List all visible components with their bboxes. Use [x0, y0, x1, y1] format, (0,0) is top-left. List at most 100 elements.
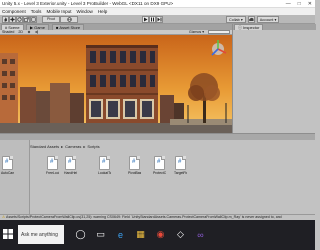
asset-label: PivotBased...	[128, 171, 141, 175]
window-controls: — □ ✕	[286, 0, 312, 8]
sidewalk	[170, 119, 232, 125]
menu-window[interactable]: Window	[77, 9, 93, 14]
csharp-script-icon	[154, 156, 165, 170]
project-panel: Standard Assets ▸ Cameras ▸ Scripts Auto…	[0, 133, 315, 215]
file-explorer-icon[interactable]: ▦	[132, 226, 149, 243]
globe-icon	[66, 17, 72, 22]
asset-item[interactable]: TargetFieldO...	[174, 156, 187, 180]
2d-toggle[interactable]: 2D	[18, 30, 23, 34]
csharp-script-icon	[65, 156, 76, 170]
csharp-script-icon	[175, 156, 186, 170]
step-button[interactable]	[156, 16, 163, 23]
pause-icon	[151, 17, 154, 22]
inspector-panel: ⓘ Inspector	[232, 24, 316, 133]
global-toggle[interactable]	[60, 16, 78, 23]
csharp-script-icon	[99, 156, 110, 170]
asset-item[interactable]: FreeLookC...	[46, 156, 59, 180]
hand-tool-button[interactable]	[2, 16, 9, 23]
rect-tool-button[interactable]	[30, 16, 37, 23]
asset-item[interactable]: AutoCam	[1, 156, 14, 180]
scene-search-input[interactable]	[208, 30, 230, 34]
windows-taskbar: Ask me anything ◯ ▭ e ▦ ◉ ◇ ∞	[0, 220, 315, 250]
collab-dropdown[interactable]: Collab ▾	[226, 16, 246, 23]
rotate-icon	[17, 17, 22, 22]
asset-label: AutoCam	[1, 171, 14, 175]
tab-inspector-label: Inspector	[243, 25, 260, 30]
project-tab-bar	[0, 134, 315, 140]
pivot-toggle[interactable]: Pivot	[42, 16, 60, 23]
search-placeholder: Ask me anything	[21, 231, 58, 238]
scale-tool-button[interactable]	[23, 16, 30, 23]
window-titlebar: Unity 5.x - Level 3 Exterior.unity - Lev…	[0, 0, 315, 8]
scene-render	[0, 35, 232, 133]
windows-start-icon[interactable]	[3, 229, 13, 239]
csharp-script-icon	[2, 156, 13, 170]
toolbar-right: Collab ▾ Account ▾	[226, 16, 280, 23]
cloud-button[interactable]	[247, 16, 255, 23]
status-message: Assets/Scripts/ProtectCameraFromWallClip…	[6, 215, 282, 219]
inspector-tab-bar: ⓘ Inspector	[233, 24, 316, 30]
pause-button[interactable]	[149, 16, 156, 23]
play-icon	[144, 17, 148, 22]
rotate-tool-button[interactable]	[16, 16, 23, 23]
breadcrumb-separator: ▸	[61, 144, 64, 149]
menu-component[interactable]: Component	[2, 9, 26, 14]
csharp-script-icon	[129, 156, 140, 170]
light-icon	[27, 30, 31, 33]
tab-inspector[interactable]: ⓘ Inspector	[234, 24, 264, 30]
breadcrumb-standard-assets[interactable]: Standard Assets	[30, 144, 59, 149]
speaker-icon	[35, 29, 38, 34]
asset-label: TargetFieldO...	[174, 171, 187, 175]
visual-studio-icon[interactable]: ∞	[192, 226, 209, 243]
asset-item[interactable]: HandHeldC...	[64, 156, 77, 180]
window-title: Unity 5.x - Level 3 Exterior.unity - Lev…	[2, 1, 174, 6]
asset-label: FreeLookC...	[46, 171, 59, 175]
edge-browser-icon[interactable]: e	[112, 226, 129, 243]
scale-icon	[24, 17, 29, 22]
breadcrumb-cameras[interactable]: Cameras	[65, 144, 81, 149]
asset-item[interactable]: PivotBased...	[128, 156, 141, 180]
rect-tool-icon	[31, 17, 36, 22]
move-icon	[10, 17, 15, 22]
task-view-icon[interactable]: ▭	[92, 226, 109, 243]
breadcrumb: Standard Assets ▸ Cameras ▸ Scripts	[30, 144, 100, 149]
transform-tools	[2, 16, 37, 23]
scene-viewport[interactable]	[0, 35, 232, 133]
account-dropdown[interactable]: Account ▾	[256, 16, 280, 23]
asset-item[interactable]: ProtectCam...	[153, 156, 166, 180]
unity-icon[interactable]: ◇	[172, 226, 189, 243]
csharp-script-icon	[47, 156, 58, 170]
gizmos-dropdown[interactable]: Gizmos ▾	[189, 30, 204, 34]
maximize-button[interactable]: □	[298, 0, 301, 8]
warning-icon: ⚠	[2, 215, 6, 219]
cortana-mic-icon[interactable]: ◯	[72, 226, 89, 243]
info-icon: ⓘ	[238, 25, 242, 30]
menu-help[interactable]: Help	[98, 9, 107, 14]
breadcrumb-scripts[interactable]: Scripts	[87, 144, 99, 149]
playback-controls	[142, 16, 163, 23]
hand-icon	[4, 17, 7, 22]
menu-tools[interactable]: Tools	[31, 9, 42, 14]
asset-label: HandHeldC...	[64, 171, 77, 175]
step-icon	[157, 17, 162, 22]
audio-toggle[interactable]	[35, 29, 39, 35]
shading-mode-dropdown[interactable]: Shaded	[2, 30, 14, 34]
menu-mobile-input[interactable]: Mobile Input	[46, 9, 71, 14]
asset-label: LookatTarget	[98, 171, 111, 175]
main-brick-building	[86, 45, 158, 131]
cloud-icon	[248, 17, 254, 21]
asset-label: ProtectCam...	[153, 171, 166, 175]
breadcrumb-separator: ▸	[83, 144, 86, 149]
pivot-group: Pivot	[42, 16, 78, 23]
play-button[interactable]	[142, 16, 149, 23]
asset-item[interactable]: LookatTarget	[98, 156, 111, 180]
taskbar-search-input[interactable]: Ask me anything	[18, 225, 64, 244]
lighting-toggle[interactable]	[27, 30, 31, 35]
menu-bar: Component Tools Mobile Input Window Help	[0, 8, 315, 15]
move-tool-button[interactable]	[9, 16, 16, 23]
chrome-icon[interactable]: ◉	[152, 226, 169, 243]
minimize-button[interactable]: —	[286, 0, 291, 8]
close-button[interactable]: ✕	[308, 0, 312, 8]
main-toolbar: Pivot Collab ▾ Account ▾	[0, 15, 315, 24]
left-building	[0, 53, 18, 125]
